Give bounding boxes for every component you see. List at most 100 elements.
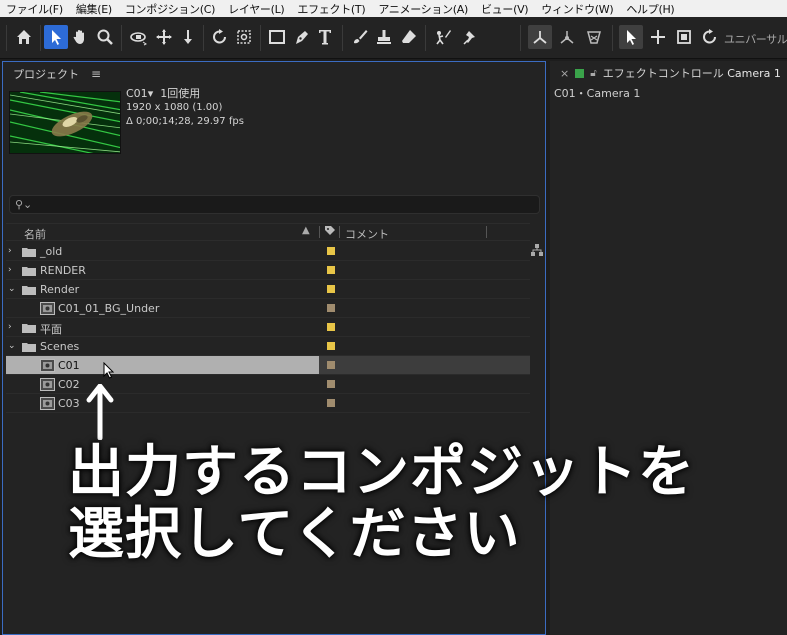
project-item-list: › _old › RENDER ⌄ Render C01_01_BG_Under › 平面 ⌄ Sc… — [6, 242, 530, 413]
project-panel-header: プロジェクト ≡ — [13, 66, 101, 82]
rectangle-tool-icon[interactable] — [265, 25, 289, 49]
dolly-camera-icon[interactable] — [176, 25, 200, 49]
item-label: RENDER — [40, 264, 86, 277]
annotation-line-2: 選択してください — [68, 502, 521, 567]
chevron-right-icon[interactable]: › — [8, 264, 18, 276]
local-axis-icon[interactable] — [528, 25, 552, 49]
label-color-swatch[interactable] — [327, 342, 335, 350]
universal-label[interactable]: ユニバーサル — [724, 31, 787, 47]
menu-window[interactable]: ウィンドウ(W) — [535, 1, 620, 17]
toolbar-divider — [425, 25, 426, 51]
label-color-swatch[interactable] — [327, 380, 335, 388]
folder-row[interactable]: › _old — [6, 242, 530, 261]
item-label: Scenes — [40, 340, 80, 353]
search-icon[interactable]: ⚲⌄ — [15, 198, 32, 211]
column-divider — [319, 226, 320, 238]
composition-row[interactable]: C02 — [6, 375, 530, 394]
folder-row[interactable]: › 平面 — [6, 318, 530, 337]
menu-file[interactable]: ファイル(F) — [0, 1, 70, 17]
close-icon[interactable]: × — [560, 67, 569, 80]
label-color-swatch[interactable] — [327, 323, 335, 331]
composition-row[interactable]: C01 — [6, 356, 530, 375]
label-cell — [319, 261, 530, 279]
view-axis-icon[interactable] — [582, 25, 606, 49]
mouse-cursor-icon — [103, 362, 115, 379]
annotation-arrow-icon — [86, 384, 114, 440]
item-label: C03 — [58, 397, 80, 410]
item-label: _old — [40, 245, 63, 258]
label-color-swatch[interactable] — [327, 361, 335, 369]
layer-color-icon — [575, 68, 585, 78]
puppet-pin-icon[interactable] — [458, 25, 482, 49]
label-cell — [319, 280, 530, 298]
sort-ascending-icon[interactable]: ▲ — [302, 225, 310, 236]
project-panel-title[interactable]: プロジェクト — [13, 66, 79, 82]
column-comment[interactable]: コメント — [345, 226, 389, 242]
menu-composition[interactable]: コンポジション(C) — [119, 1, 222, 17]
selection-tool-icon[interactable] — [44, 25, 68, 49]
chevron-down-icon[interactable]: ⌄ — [8, 340, 18, 352]
label-color-swatch[interactable] — [327, 266, 335, 274]
effect-panel-title[interactable]: エフェクトコントロール Camera 1 — [603, 65, 781, 81]
annotation-text: 出力するコンポジットを 選択してください — [68, 442, 695, 566]
folder-row[interactable]: ⌄ Render — [6, 280, 530, 299]
toolbar-divider — [260, 25, 261, 51]
type-tool-icon[interactable] — [314, 25, 338, 49]
world-axis-icon[interactable] — [555, 25, 579, 49]
label-color-swatch[interactable] — [327, 399, 335, 407]
folder-icon — [22, 324, 36, 333]
menu-layer[interactable]: レイヤー(L) — [222, 1, 291, 17]
folder-row[interactable]: ⌄ Scenes — [6, 337, 530, 356]
label-color-swatch[interactable] — [327, 304, 335, 312]
panel-menu-icon[interactable]: ≡ — [91, 67, 101, 81]
project-search[interactable]: ⚲⌄ — [9, 195, 540, 214]
composition-icon — [40, 378, 55, 391]
menu-effect[interactable]: エフェクト(T) — [291, 1, 372, 17]
toolbar: ユニバーサル — [0, 17, 787, 59]
universal-scale-icon[interactable] — [672, 25, 696, 49]
chevron-right-icon[interactable]: › — [8, 245, 18, 257]
label-color-swatch[interactable] — [327, 247, 335, 255]
rotate-tool-icon[interactable] — [208, 25, 232, 49]
composition-row[interactable]: C01_01_BG_Under — [6, 299, 530, 318]
usage-dropdown-icon[interactable]: ▾ — [148, 87, 154, 100]
selected-item-info: C01▾ 1回使用 1920 x 1080 (1.00) Δ 0;00;14;2… — [126, 87, 244, 129]
composition-thumbnail — [9, 91, 121, 154]
pen-tool-icon[interactable] — [290, 25, 314, 49]
menu-help[interactable]: ヘルプ(H) — [620, 1, 681, 17]
eraser-tool-icon[interactable] — [397, 25, 421, 49]
search-input[interactable] — [32, 197, 532, 212]
toolbar-divider — [342, 25, 343, 51]
universal-move-icon[interactable] — [646, 25, 670, 49]
label-color-swatch[interactable] — [327, 285, 335, 293]
column-name[interactable]: 名前 — [24, 226, 46, 242]
brush-tool-icon[interactable] — [348, 25, 372, 49]
menu-edit[interactable]: 編集(E) — [70, 1, 119, 17]
column-divider — [339, 226, 340, 238]
selected-item-name: C01 — [126, 87, 148, 100]
universal-select-icon[interactable] — [619, 25, 643, 49]
orbit-camera-icon[interactable] — [127, 25, 151, 49]
flowchart-icon[interactable] — [530, 243, 544, 257]
label-column-icon[interactable] — [324, 225, 336, 240]
label-cell — [319, 318, 530, 336]
zoom-tool-icon[interactable] — [93, 25, 117, 49]
item-label: C01 — [58, 359, 80, 372]
chevron-right-icon[interactable]: › — [8, 321, 18, 333]
clone-stamp-icon[interactable] — [372, 25, 396, 49]
composition-row[interactable]: C03 — [6, 394, 530, 413]
chevron-down-icon[interactable]: ⌄ — [8, 283, 18, 295]
label-cell — [319, 375, 530, 393]
menu-animation[interactable]: アニメーション(A) — [372, 1, 475, 17]
menu-view[interactable]: ビュー(V) — [475, 1, 535, 17]
home-icon[interactable] — [12, 25, 36, 49]
pan-behind-icon[interactable] — [232, 25, 256, 49]
annotation-line-1: 出力するコンポジットを — [68, 440, 695, 505]
composition-icon — [40, 302, 55, 315]
universal-rotate-icon[interactable] — [698, 25, 722, 49]
roto-brush-icon[interactable] — [431, 25, 455, 49]
lock-icon[interactable]: 🔓︎ — [590, 68, 596, 79]
folder-row[interactable]: › RENDER — [6, 261, 530, 280]
pan-camera-icon[interactable] — [152, 25, 176, 49]
hand-tool-icon[interactable] — [68, 25, 92, 49]
